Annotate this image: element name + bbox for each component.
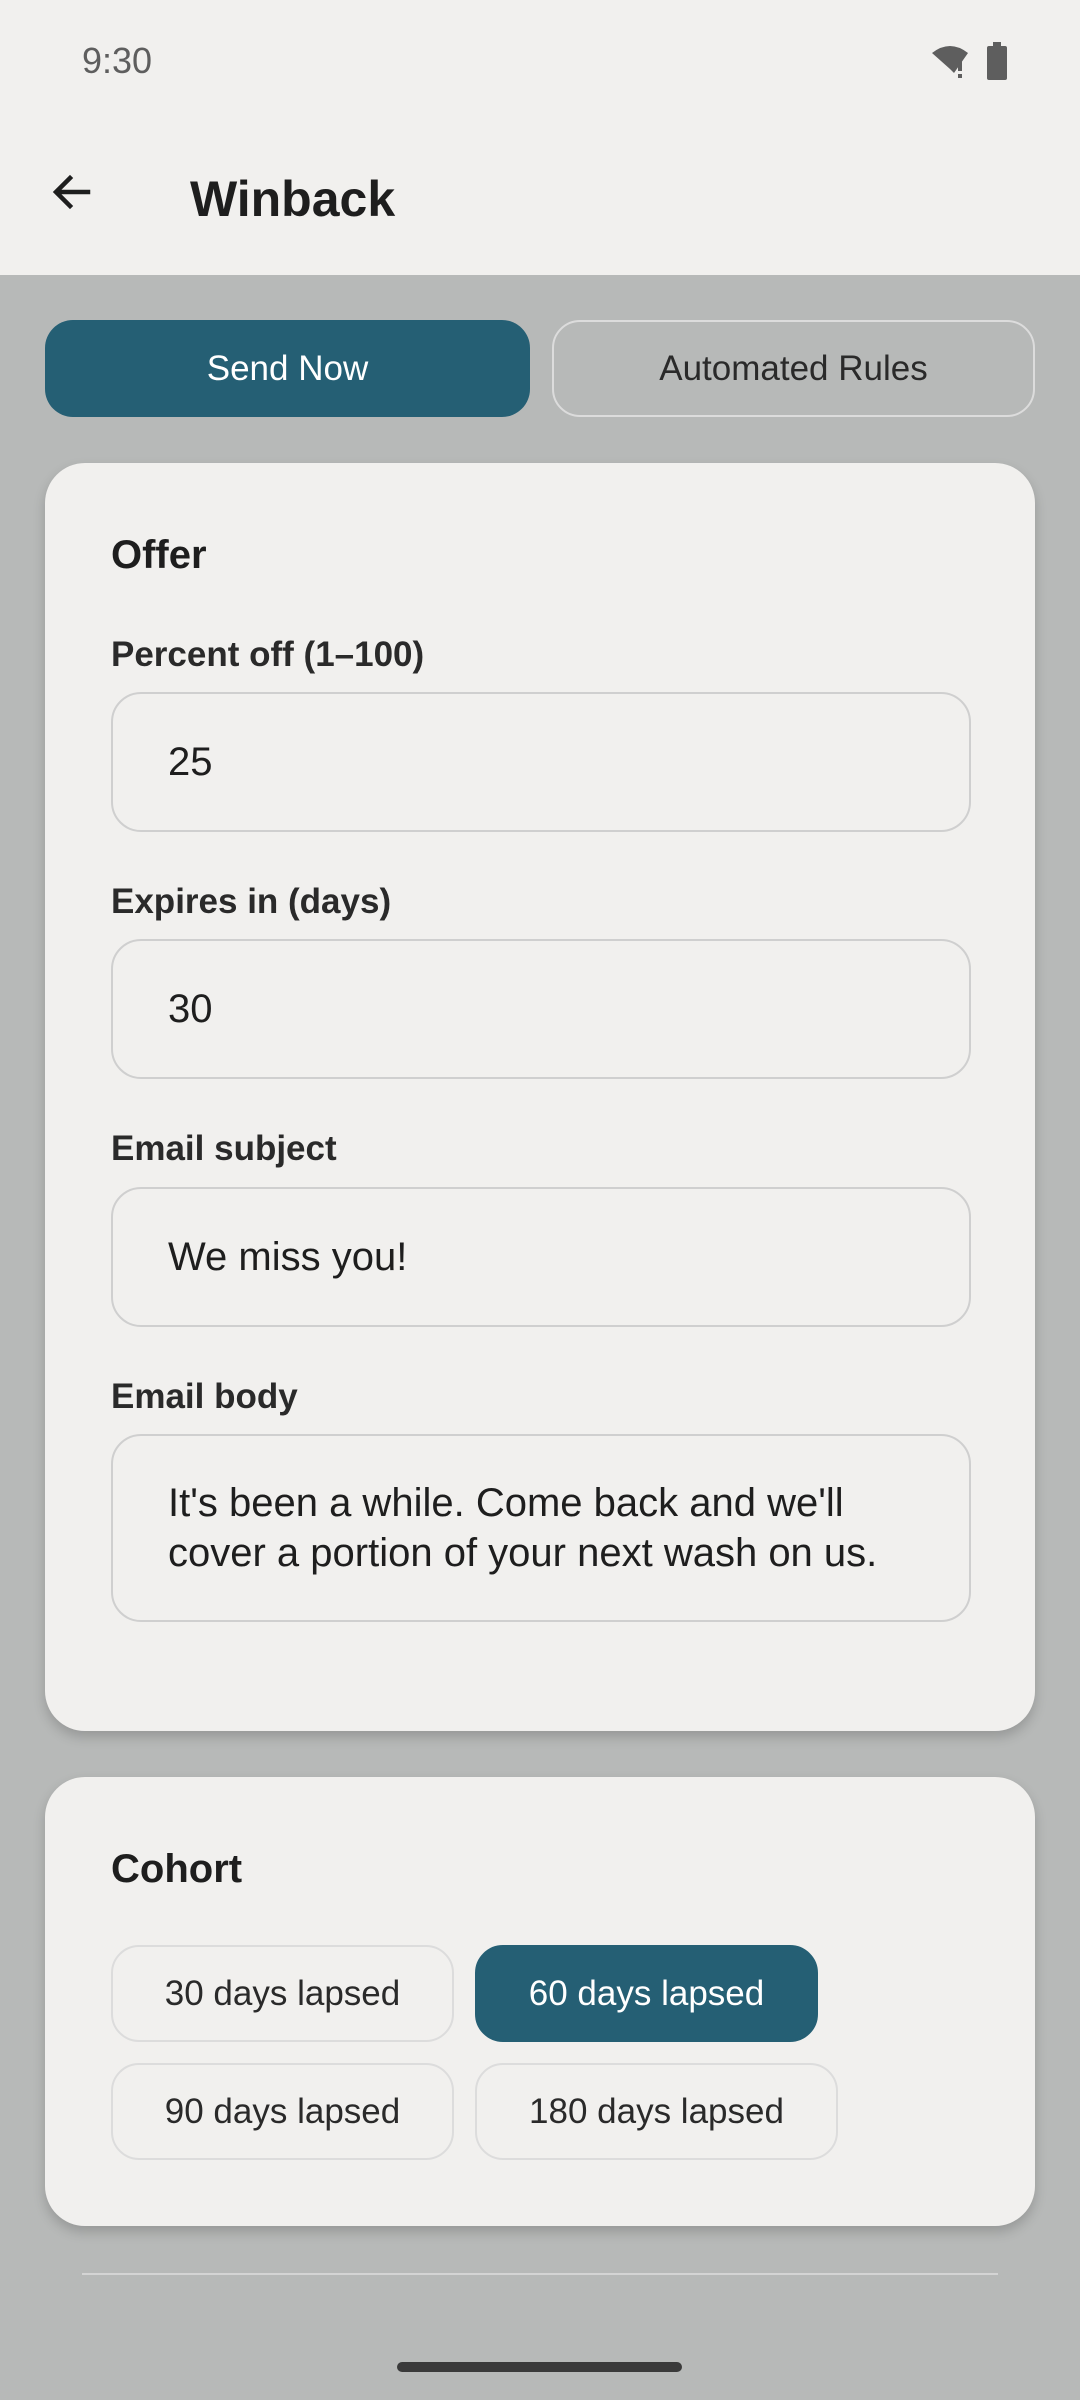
expires-input[interactable]: 30 bbox=[111, 939, 971, 1079]
chip-30-days-lapsed[interactable]: 30 days lapsed bbox=[111, 1945, 454, 2042]
chip-60-days-lapsed[interactable]: 60 days lapsed bbox=[475, 1945, 818, 2042]
expires-label: Expires in (days) bbox=[111, 882, 392, 921]
arrow-left-icon bbox=[48, 168, 96, 221]
status-icons bbox=[930, 42, 1008, 85]
offer-card: Offer Percent off (1–100) 25 Expires in … bbox=[45, 463, 1035, 1731]
wifi-alert-icon bbox=[930, 43, 970, 84]
percent-off-label: Percent off (1–100) bbox=[111, 635, 425, 674]
offer-title: Offer bbox=[111, 533, 207, 577]
email-subject-label: Email subject bbox=[111, 1129, 337, 1168]
email-body-input[interactable]: It's been a while. Come back and we'll c… bbox=[111, 1434, 971, 1622]
home-indicator[interactable] bbox=[397, 2362, 682, 2372]
chip-90-days-lapsed[interactable]: 90 days lapsed bbox=[111, 2063, 454, 2160]
back-button[interactable] bbox=[36, 158, 108, 230]
cohort-title: Cohort bbox=[111, 1847, 243, 1891]
chip-180-days-lapsed[interactable]: 180 days lapsed bbox=[475, 2063, 838, 2160]
status-bar: 9:30 bbox=[0, 0, 1080, 128]
cohort-card: Cohort 30 days lapsed 60 days lapsed 90 … bbox=[45, 1777, 1035, 2226]
status-time: 9:30 bbox=[82, 40, 153, 81]
email-body-label: Email body bbox=[111, 1377, 298, 1416]
battery-icon bbox=[986, 42, 1008, 85]
divider bbox=[82, 2273, 998, 2275]
email-subject-input[interactable]: We miss you! bbox=[111, 1187, 971, 1327]
screen: 9:30 Winback Send Now Automated Rules Of… bbox=[0, 0, 1080, 2400]
tab-automated-rules[interactable]: Automated Rules bbox=[552, 320, 1035, 417]
percent-off-input[interactable]: 25 bbox=[111, 692, 971, 832]
tab-send-now[interactable]: Send Now bbox=[45, 320, 530, 417]
page-title: Winback bbox=[190, 171, 396, 227]
app-bar: Winback bbox=[0, 128, 1080, 275]
